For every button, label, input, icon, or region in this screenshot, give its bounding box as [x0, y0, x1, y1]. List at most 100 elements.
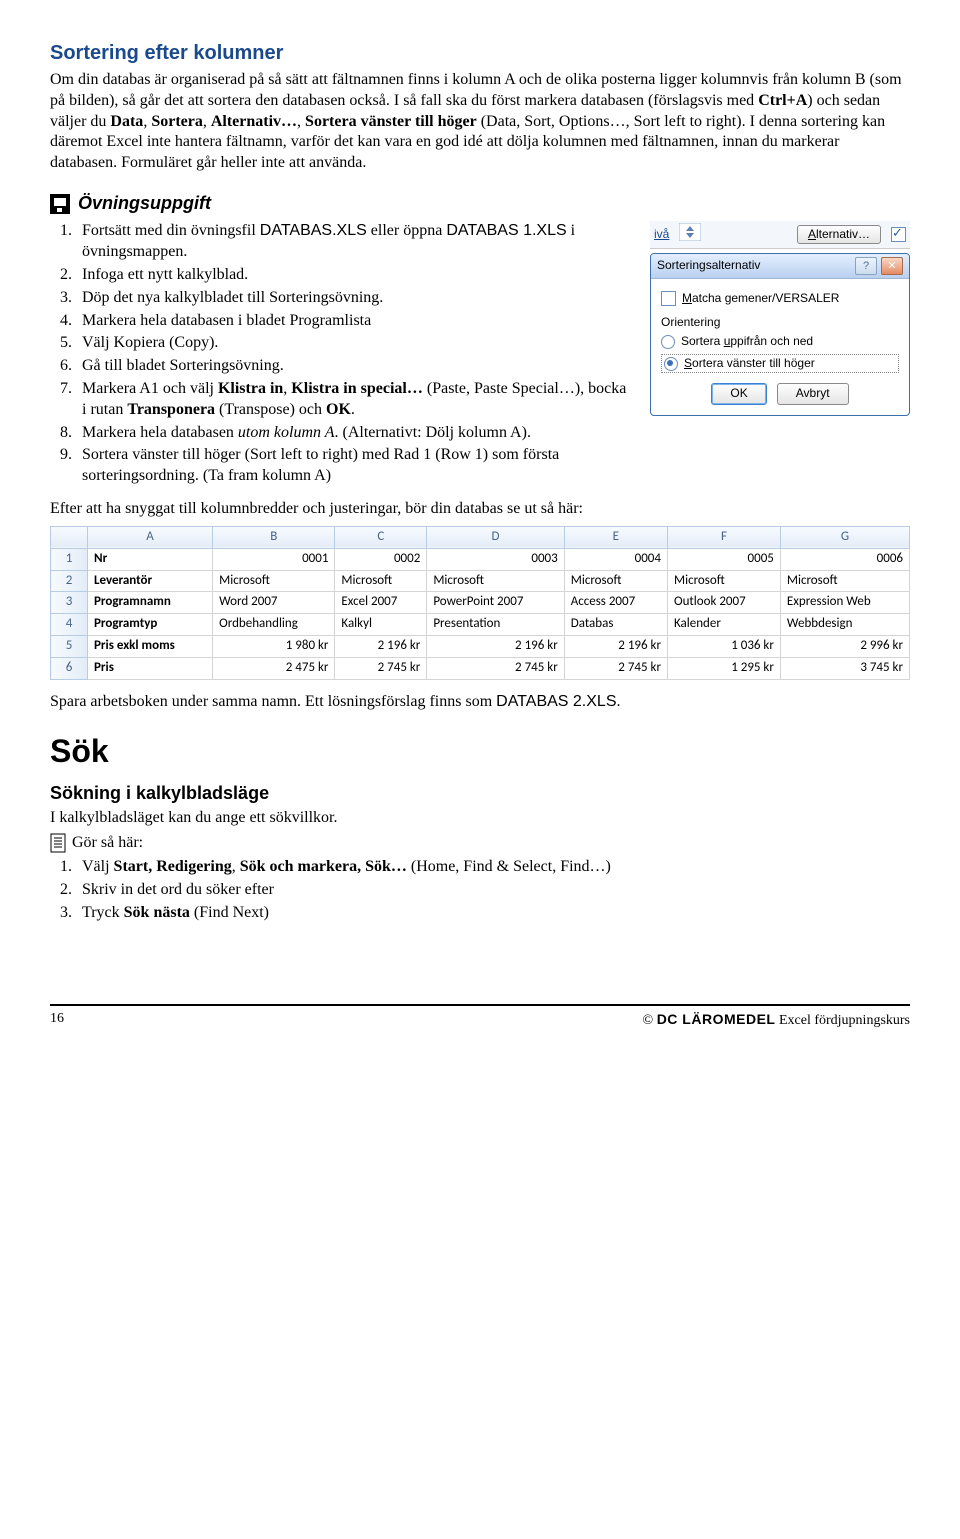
- column-header: A: [88, 526, 213, 548]
- list-item: Gå till bladet Sorteringsövning.: [76, 356, 632, 377]
- list-item: Markera hela databasen i bladet Programl…: [76, 311, 632, 332]
- cell: 2 196 kr: [335, 636, 427, 658]
- save-disk-icon: [50, 194, 70, 214]
- cell: Microsoft: [335, 570, 427, 592]
- list-item: Skriv in det ord du söker efter: [76, 880, 910, 901]
- dialog-title: Sorteringsalternativ: [657, 258, 760, 274]
- column-header: G: [780, 526, 909, 548]
- para-sok-intro: I kalkylbladsläget kan du ange ett sökvi…: [50, 808, 910, 829]
- alternativ-button[interactable]: Alternativ…: [797, 225, 881, 245]
- list-item: Döp det nya kalkylbladet till Sorterings…: [76, 288, 632, 309]
- column-header: F: [667, 526, 780, 548]
- match-case-checkbox[interactable]: [661, 291, 676, 306]
- row-header: 4: [51, 614, 88, 636]
- cell: Databas: [564, 614, 667, 636]
- cell: Microsoft: [667, 570, 780, 592]
- para-sort-intro: Om din databas är organiserad på så sätt…: [50, 70, 910, 174]
- cell: 3 745 kr: [780, 658, 909, 680]
- cell: PowerPoint 2007: [427, 592, 564, 614]
- sort-options-dialog: ivå Alternativ… Sorteringsalternativ ? ✕…: [650, 221, 910, 416]
- list-item: Välj Kopiera (Copy).: [76, 333, 632, 354]
- sok-steps: Välj Start, Redigering, Sök och markera,…: [76, 857, 910, 923]
- level-label: ivå: [654, 227, 669, 243]
- row-header: 1: [51, 548, 88, 570]
- list-item: Markera A1 och välj Klistra in, Klistra …: [76, 379, 632, 421]
- cell: 2 745 kr: [564, 658, 667, 680]
- cell: Nr: [88, 548, 213, 570]
- page-number: 16: [50, 1010, 90, 1030]
- radio-left-to-right[interactable]: [664, 357, 678, 371]
- list-item: Tryck Sök nästa (Find Next): [76, 903, 910, 924]
- cell: 2 745 kr: [427, 658, 564, 680]
- list-item: Markera hela databasen utom kolumn A. (A…: [76, 423, 632, 444]
- cell: Microsoft: [564, 570, 667, 592]
- cell: Word 2007: [213, 592, 335, 614]
- list-item: Infoga ett nytt kalkylblad.: [76, 265, 632, 286]
- row-header: 3: [51, 592, 88, 614]
- cell: 0001: [213, 548, 335, 570]
- cell: Webbdesign: [780, 614, 909, 636]
- exercise-heading: Övningsuppgift: [50, 192, 910, 215]
- list-item: Fortsätt med din övningsfil DATABAS.XLS …: [76, 221, 632, 263]
- cell: Kalkyl: [335, 614, 427, 636]
- column-header: B: [213, 526, 335, 548]
- cell: 2 475 kr: [213, 658, 335, 680]
- para-save: Spara arbetsboken under samma namn. Ett …: [50, 692, 910, 713]
- subheading-sokning: Sökning i kalkylbladsläge: [50, 782, 910, 805]
- close-icon[interactable]: ✕: [881, 257, 903, 275]
- cell: Microsoft: [427, 570, 564, 592]
- column-header: [51, 526, 88, 548]
- ok-button[interactable]: OK: [711, 383, 766, 405]
- gor-sa-har: Gör så här:: [50, 833, 910, 854]
- column-header: D: [427, 526, 564, 548]
- cell: 0002: [335, 548, 427, 570]
- cell: Leverantör: [88, 570, 213, 592]
- cell: Pris: [88, 658, 213, 680]
- cancel-button[interactable]: Avbryt: [777, 383, 849, 405]
- orientation-label: Orientering: [661, 315, 899, 331]
- cell: Pris exkl moms: [88, 636, 213, 658]
- para-after-sort: Efter att ha snyggat till kolumnbredder …: [50, 499, 910, 520]
- row-header: 5: [51, 636, 88, 658]
- cell: Ordbehandling: [213, 614, 335, 636]
- cell: 2 196 kr: [564, 636, 667, 658]
- cell: 2 996 kr: [780, 636, 909, 658]
- help-icon[interactable]: ?: [855, 257, 877, 275]
- header-checkbox[interactable]: [891, 227, 906, 242]
- radio-top-to-bottom-label: Sortera uppifrån och ned: [681, 334, 813, 350]
- list-item: Välj Start, Redigering, Sök och markera,…: [76, 857, 910, 878]
- cell: Microsoft: [213, 570, 335, 592]
- cell: 0005: [667, 548, 780, 570]
- spreadsheet-preview: ABCDEFG 1Nr000100020003000400050006 2Lever…: [50, 526, 910, 680]
- cell: Presentation: [427, 614, 564, 636]
- cell: 1 036 kr: [667, 636, 780, 658]
- level-spinner-icon[interactable]: [679, 223, 701, 246]
- row-header: 6: [51, 658, 88, 680]
- row-header: 2: [51, 570, 88, 592]
- match-case-label: Matcha gemener/VERSALER: [682, 291, 839, 307]
- cell: Access 2007: [564, 592, 667, 614]
- radio-left-to-right-label: Sortera vänster till höger: [684, 356, 815, 372]
- cell: Programtyp: [88, 614, 213, 636]
- page-footer: 16 © DC LÄROMEDEL Excel fördjupningskurs: [50, 1004, 910, 1030]
- cell: Excel 2007: [335, 592, 427, 614]
- exercise-steps: Fortsätt med din övningsfil DATABAS.XLS …: [76, 221, 632, 489]
- document-icon: [50, 833, 68, 853]
- cell: 1 295 kr: [667, 658, 780, 680]
- cell: 0003: [427, 548, 564, 570]
- cell: 1 980 kr: [213, 636, 335, 658]
- cell: 0006: [780, 548, 909, 570]
- list-item: Sortera vänster till höger (Sort left to…: [76, 445, 632, 487]
- heading-sok: Sök: [50, 731, 910, 773]
- cell: Outlook 2007: [667, 592, 780, 614]
- cell: 0004: [564, 548, 667, 570]
- column-header: C: [335, 526, 427, 548]
- heading-sortering: Sortering efter kolumner: [50, 40, 910, 66]
- radio-top-to-bottom[interactable]: [661, 335, 675, 349]
- column-header: E: [564, 526, 667, 548]
- cell: Microsoft: [780, 570, 909, 592]
- cell: Expression Web: [780, 592, 909, 614]
- cell: 2 196 kr: [427, 636, 564, 658]
- cell: Programnamn: [88, 592, 213, 614]
- cell: 2 745 kr: [335, 658, 427, 680]
